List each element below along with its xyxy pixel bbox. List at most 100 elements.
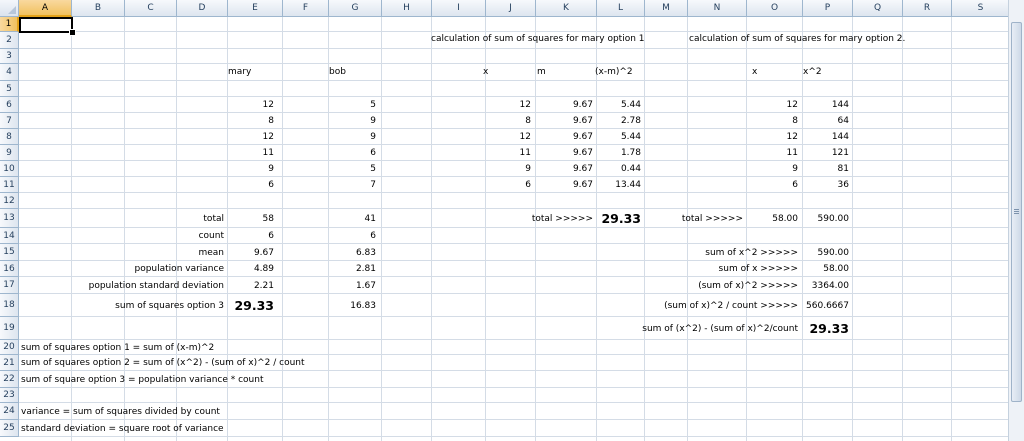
cell-m-value: 9.67	[572, 116, 593, 126]
row-header-2[interactable]: 2	[0, 32, 19, 49]
column-header-n[interactable]: N	[688, 0, 747, 17]
opt2-calc-value: 3364.00	[811, 280, 849, 291]
row-header-17[interactable]: 17	[0, 277, 19, 294]
cell-xm2-value: 0.44	[620, 164, 641, 174]
grid-line	[19, 276, 1009, 277]
stat-label: mean	[198, 247, 224, 258]
column-header-s[interactable]: S	[952, 0, 1010, 17]
stat-bob-value: 41	[364, 213, 376, 224]
grid-line	[19, 260, 1009, 261]
note-text: sum of square option 3 = population vari…	[21, 374, 264, 385]
cell-mary-value: 12	[262, 132, 274, 142]
cell-x-opt2-value: 6	[792, 180, 798, 190]
row-header-9[interactable]: 9	[0, 145, 19, 161]
stat-label: total	[203, 213, 224, 224]
stat-bob-value: 2.81	[355, 264, 376, 274]
grid-line	[19, 31, 1009, 32]
note-text: variance = sum of squares divided by cou…	[21, 406, 220, 417]
row-header-1[interactable]: 1	[0, 17, 19, 32]
row-header-21[interactable]: 21	[0, 355, 19, 371]
column-header-q[interactable]: Q	[853, 0, 903, 17]
column-header-g[interactable]: G	[329, 0, 382, 17]
row-header-11[interactable]: 11	[0, 177, 19, 193]
row-header-5[interactable]: 5	[0, 81, 19, 97]
row-header-20[interactable]: 20	[0, 340, 19, 355]
row-header-23[interactable]: 23	[0, 388, 19, 403]
row-header-24[interactable]: 24	[0, 403, 19, 420]
grid-line	[19, 144, 1009, 145]
grid-line	[19, 192, 1009, 193]
row-header-15[interactable]: 15	[0, 244, 19, 261]
cell-x-opt2-value: 11	[786, 148, 798, 158]
cell-m-value: 9.67	[572, 180, 593, 190]
grid-line	[19, 227, 1009, 228]
row-header-3[interactable]: 3	[0, 49, 19, 64]
column-header-b[interactable]: B	[72, 0, 125, 17]
column-header-i[interactable]: I	[432, 0, 486, 17]
column-header-l[interactable]: L	[597, 0, 645, 17]
grid-line	[19, 208, 1009, 209]
row-header-19[interactable]: 19	[0, 317, 19, 340]
column-header-f[interactable]: F	[283, 0, 329, 17]
column-header-c[interactable]: C	[125, 0, 177, 17]
cell-m-value: 9.67	[572, 148, 593, 158]
spreadsheet[interactable]: ABCDEFGHIJKLMNOPQRS 1 2 3 4 5 6 7 8 9 10 11 12 13 14 1…	[0, 0, 1024, 441]
row-header-12[interactable]: 12	[0, 193, 19, 209]
column-header-r[interactable]: R	[903, 0, 952, 17]
cell-x-value: 12	[519, 100, 531, 110]
scroll-thumb[interactable]	[1011, 22, 1022, 402]
column-header-a[interactable]: A	[19, 0, 72, 17]
opt2-calc-label: (sum of x)^2 >>>>>	[698, 280, 798, 291]
column-header-e[interactable]: E	[228, 0, 283, 17]
row-header-10[interactable]: 10	[0, 161, 19, 177]
grid-line	[19, 80, 1009, 81]
cell-x-value: 12	[519, 132, 531, 142]
stat-label: population variance	[134, 264, 225, 274]
select-all-corner[interactable]	[0, 0, 19, 17]
column-header-k[interactable]: K	[536, 0, 597, 17]
row-header-7[interactable]: 7	[0, 113, 19, 129]
fill-handle[interactable]	[69, 29, 76, 36]
column-header-o[interactable]: O	[747, 0, 803, 17]
grid-line	[19, 339, 1009, 340]
cell-mary-value: 9	[268, 164, 274, 174]
opt2-calc-value: 29.33	[809, 321, 849, 336]
cell-m-value: 9.67	[572, 132, 593, 142]
opt2-total-x: 58.00	[772, 213, 798, 224]
note-text: sum of squares option 1 = sum of (x-m)^2	[21, 342, 215, 353]
grid-line	[19, 112, 1009, 113]
opt2-calc-value: 58.00	[823, 264, 849, 274]
column-header-d[interactable]: D	[177, 0, 228, 17]
grid-line	[19, 128, 1009, 129]
row-header-16[interactable]: 16	[0, 261, 19, 277]
row-header-6[interactable]: 6	[0, 97, 19, 113]
stat-label: population standard deviation	[88, 280, 224, 291]
opt2-total-xsq: 590.00	[817, 213, 850, 224]
grip-line-icon	[1014, 209, 1019, 210]
cell-xm2-value: 5.44	[620, 100, 641, 110]
column-header-h[interactable]: H	[382, 0, 432, 17]
row-header-22[interactable]: 22	[0, 371, 19, 388]
grid-line	[19, 293, 1009, 294]
column-header-p[interactable]: P	[803, 0, 853, 17]
row-header-14[interactable]: 14	[0, 228, 19, 244]
row-header-25[interactable]: 25	[0, 420, 19, 437]
vertical-scrollbar[interactable]	[1008, 0, 1024, 441]
opt1-total-value: 29.33	[601, 211, 641, 226]
row-header-18[interactable]: 18	[0, 294, 19, 317]
grid-line	[19, 402, 1009, 403]
cell-x-value: 6	[525, 180, 531, 190]
row-header-8[interactable]: 8	[0, 129, 19, 145]
cell-xsq-value: 81	[837, 164, 849, 174]
row-header-4[interactable]: 4	[0, 64, 19, 81]
column-header-m[interactable]: M	[645, 0, 688, 17]
cell-bob-value: 5	[370, 164, 376, 174]
row-header-13[interactable]: 13	[0, 209, 19, 228]
grid-line	[19, 243, 1009, 244]
cell-mary-value: 8	[268, 116, 274, 126]
opt2-calc-label: sum of (x^2) - (sum of x)^2/count	[642, 323, 798, 334]
cell-m-value: 9.67	[572, 100, 593, 110]
active-cell-a1[interactable]	[19, 17, 73, 33]
column-header-j[interactable]: J	[486, 0, 536, 17]
cell-xm2-value: 2.78	[620, 116, 641, 126]
